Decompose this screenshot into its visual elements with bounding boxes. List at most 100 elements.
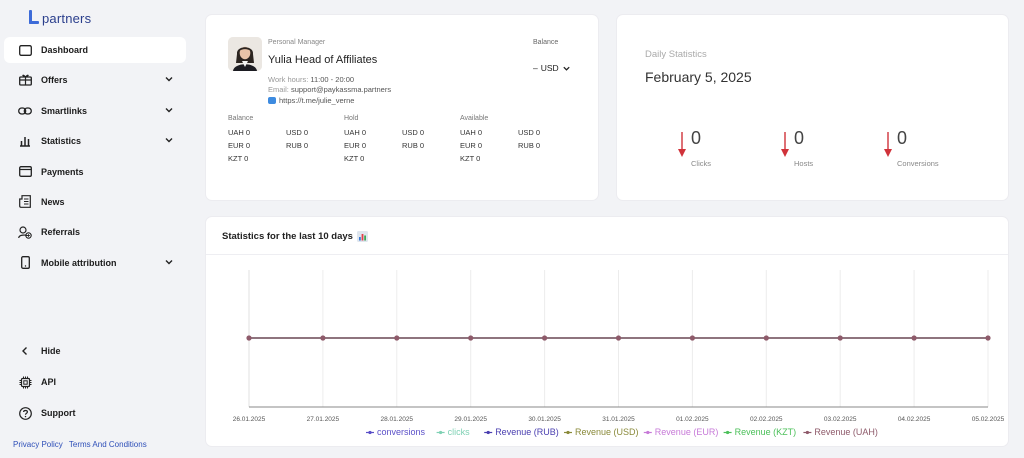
sidebar-item-api[interactable]: API <box>4 369 186 395</box>
sidebar-item-label: Statistics <box>41 136 82 147</box>
data-point <box>320 335 326 341</box>
legend-marker <box>486 430 490 435</box>
sidebar-item-statistics[interactable]: Statistics <box>4 128 186 154</box>
metric-hosts: 0 Hosts <box>780 128 870 173</box>
offers-icon <box>18 73 32 87</box>
data-point <box>837 335 843 341</box>
work-hours-label: Work hours: <box>268 75 309 84</box>
manager-email-link[interactable]: support@paykassma.partners <box>291 85 391 94</box>
sidebar-item-mobile-attribution[interactable]: Mobile attribution <box>4 250 186 276</box>
privacy-policy-link[interactable]: Privacy Policy <box>13 440 63 449</box>
data-point <box>468 335 474 341</box>
manager-name: Yulia Head of Affiliates <box>268 54 378 66</box>
sidebar-item-label: Support <box>41 408 76 418</box>
arrow-down-icon <box>781 132 789 157</box>
work-hours-value: 11:00 - 20:00 <box>310 75 355 84</box>
help-icon <box>18 406 32 420</box>
balance-currency-select[interactable]: – USD <box>533 63 571 73</box>
sidebar-item-label: Hide <box>41 346 61 356</box>
sidebar-item-label: API <box>41 377 57 387</box>
legend-label: Revenue (EUR) <box>655 427 719 437</box>
metric-label: Clicks <box>691 159 711 168</box>
sidebar-item-offers[interactable]: Offers <box>4 67 186 93</box>
balance-value: USD 0 <box>286 128 309 137</box>
mobile-icon <box>18 256 32 270</box>
sidebar-item-news[interactable]: News <box>4 189 186 215</box>
work-hours-line: Work hours: 11:00 - 20:00 <box>268 75 354 84</box>
dashboard-icon <box>18 43 32 57</box>
email-line: Email: support@paykassma.partners <box>268 85 391 94</box>
sidebar-item-referrals[interactable]: Referrals <box>4 219 186 245</box>
legend-label: clicks <box>448 427 470 437</box>
hold-value: USD 0 <box>402 128 425 137</box>
metric-label: Conversions <box>897 159 939 168</box>
metric-value: 0 <box>897 128 908 148</box>
avatar <box>228 37 262 71</box>
telegram-link[interactable]: https://t.me/julie_verne <box>279 96 354 105</box>
hold-value: UAH 0 <box>344 128 367 137</box>
balance-value: EUR 0 <box>228 141 251 150</box>
sidebar-item-support[interactable]: Support <box>4 400 186 426</box>
footer-links: Privacy Policy Terms And Conditions <box>13 440 151 449</box>
brand-logo[interactable]: partners <box>28 10 91 26</box>
legend-label: conversions <box>377 427 426 437</box>
hold-value: RUB 0 <box>402 141 425 150</box>
sidebar-item-payments[interactable]: Payments <box>4 159 186 185</box>
daily-statistics-card: Daily Statistics February 5, 2025 0 Clic… <box>617 15 1008 200</box>
legend-marker <box>368 430 372 435</box>
hold-group-title: Hold <box>344 115 359 122</box>
terms-link[interactable]: Terms And Conditions <box>69 440 147 449</box>
legend-label: Revenue (RUB) <box>495 427 559 437</box>
available-value: RUB 0 <box>518 141 541 150</box>
available-value: KZT 0 <box>460 154 481 163</box>
balance-currency: USD <box>540 63 559 73</box>
arrow-down-icon <box>884 132 892 157</box>
metric-clicks: 0 Clicks <box>677 128 767 173</box>
x-tick-label: 02.02.2025 <box>750 416 783 423</box>
metric-value: 0 <box>691 128 702 148</box>
legend-marker <box>439 430 443 435</box>
statistics-title-text: Statistics for the last 10 days <box>222 231 353 242</box>
sidebar-item-label: Dashboard <box>41 45 89 55</box>
data-point <box>911 335 917 341</box>
telegram-icon <box>268 97 276 104</box>
statistics-title: Statistics for the last 10 days <box>222 231 368 242</box>
metric-conversions: 0 Conversions <box>883 128 973 173</box>
logo-mark-icon <box>28 10 40 26</box>
x-tick-label: 31.01.2025 <box>602 416 635 423</box>
sidebar-item-label: Mobile attribution <box>41 257 117 268</box>
balance-value: RUB 0 <box>286 141 309 150</box>
statistics-line-chart: 26.01.2025 27.01.2025 28.01.2025 29.01.2025… <box>233 270 1005 437</box>
balance-value: UAH 0 <box>228 128 251 137</box>
data-point <box>763 335 769 341</box>
sidebar: partners Dashboard Offers Smartlinks Sta… <box>0 0 190 458</box>
data-point <box>394 335 400 341</box>
bar-chart-icon <box>18 134 32 148</box>
available-value: USD 0 <box>518 128 541 137</box>
referrals-icon <box>18 225 32 239</box>
x-tick-label: 03.02.2025 <box>824 416 857 423</box>
sidebar-item-dashboard[interactable]: Dashboard <box>4 37 186 63</box>
x-tick-label: 01.02.2025 <box>676 416 709 423</box>
wallet-icon <box>18 165 32 179</box>
daily-statistics-date: February 5, 2025 <box>645 69 752 85</box>
daily-statistics-caption: Daily Statistics <box>645 49 707 60</box>
data-point <box>246 335 252 341</box>
legend-marker <box>566 430 570 435</box>
email-label: Email: <box>268 85 289 94</box>
sidebar-item-label: Payments <box>41 166 84 177</box>
chevron-down-icon <box>563 66 570 71</box>
hide-sidebar-button[interactable]: Hide <box>4 338 186 364</box>
hold-value: EUR 0 <box>344 141 367 150</box>
arrow-down-icon <box>678 132 686 157</box>
legend-label: Revenue (KZT) <box>735 427 797 437</box>
sidebar-item-label: Referrals <box>41 227 81 238</box>
balance-amount: – <box>533 63 538 73</box>
chevron-down-icon <box>165 107 173 113</box>
statistics-card: Statistics for the last 10 days 26.01.20… <box>206 217 1008 446</box>
chevron-down-icon <box>165 259 173 265</box>
sidebar-item-smartlinks[interactable]: Smartlinks <box>4 98 186 124</box>
brand-name: partners <box>42 10 92 26</box>
chevron-left-icon <box>18 344 32 358</box>
legend-marker <box>646 430 650 435</box>
